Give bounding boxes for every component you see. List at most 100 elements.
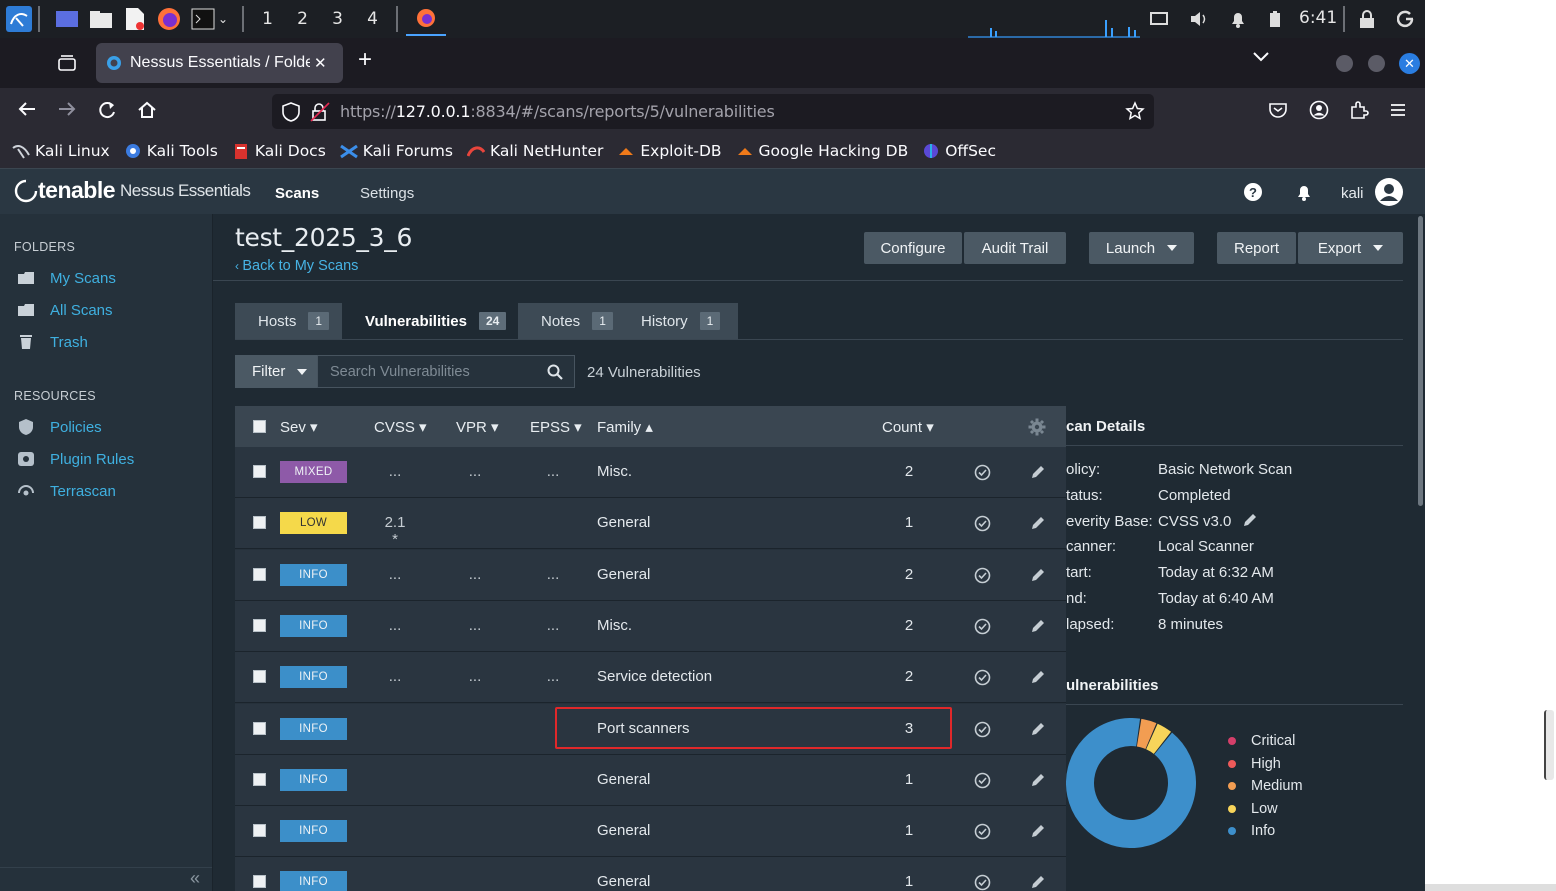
column-sev[interactable]: Sev ▾ <box>280 418 318 436</box>
search-vulnerabilities-input[interactable]: Search Vulnerabilities <box>317 355 575 388</box>
nav-scans[interactable]: Scans <box>275 185 319 202</box>
row-checkbox[interactable] <box>253 670 266 684</box>
column-epss[interactable]: EPSS ▾ <box>530 418 582 436</box>
sidebar-item-trash[interactable]: Trash <box>16 333 88 351</box>
family-value[interactable]: General <box>597 822 650 839</box>
check-circle-icon[interactable] <box>974 721 991 738</box>
table-row[interactable]: INFO......... Misc. 2 <box>235 600 1066 652</box>
workspace-3[interactable]: 3 <box>320 9 355 29</box>
row-checkbox[interactable] <box>253 567 266 581</box>
family-value[interactable]: General <box>597 514 650 531</box>
url-bar[interactable]: https://127.0.0.1:8834/#/scans/reports/5… <box>272 94 1154 129</box>
select-all-checkbox[interactable] <box>253 420 266 433</box>
export-button[interactable]: Export <box>1298 232 1403 264</box>
menu-icon[interactable] <box>1389 102 1407 123</box>
edit-pencil-icon[interactable] <box>1030 515 1046 531</box>
tab-hosts[interactable]: Hosts 1 <box>235 303 342 339</box>
gear-icon[interactable] <box>1028 418 1046 436</box>
sidebar-item-policies[interactable]: Policies <box>16 418 102 436</box>
volume-icon[interactable] <box>1189 0 1209 38</box>
forward-arrow-icon[interactable] <box>57 100 77 123</box>
page-scrollbar[interactable] <box>1418 216 1423 506</box>
help-icon[interactable]: ? <box>1244 183 1262 201</box>
check-circle-icon[interactable] <box>974 515 991 532</box>
check-circle-icon[interactable] <box>974 874 991 891</box>
edit-pencil-icon[interactable] <box>1030 618 1046 634</box>
lock-icon[interactable] <box>1359 0 1375 38</box>
table-row[interactable]: INFO......... General 2 <box>235 549 1066 601</box>
row-checkbox[interactable] <box>253 824 266 838</box>
url-text[interactable]: https://127.0.0.1:8834/#/scans/reports/5… <box>340 102 775 121</box>
edit-pencil-icon[interactable] <box>1030 772 1046 788</box>
tab-history[interactable]: History 1 <box>618 303 738 339</box>
text-editor-icon[interactable] <box>122 6 148 32</box>
audit-trail-button[interactable]: Audit Trail <box>964 232 1066 264</box>
edit-pencil-icon[interactable] <box>1030 823 1046 839</box>
firefox-icon[interactable] <box>156 6 182 32</box>
close-window-button[interactable]: ✕ <box>1399 53 1420 74</box>
check-circle-icon[interactable] <box>974 772 991 789</box>
column-family[interactable]: Family ▴ <box>597 418 653 436</box>
power-icon[interactable] <box>1397 0 1415 38</box>
firefox-window-icon[interactable] <box>406 2 447 36</box>
sidebar-item-all-scans[interactable]: All Scans <box>16 301 113 319</box>
row-checkbox[interactable] <box>253 516 266 530</box>
table-row[interactable]: INFO General 1 <box>235 754 1066 806</box>
launch-button[interactable]: Launch <box>1089 232 1194 264</box>
report-button[interactable]: Report <box>1217 232 1296 264</box>
maximize-window-button[interactable] <box>1368 55 1385 72</box>
edit-pencil-icon[interactable] <box>1030 669 1046 685</box>
battery-icon[interactable] <box>1268 0 1282 38</box>
new-tab-button[interactable]: + <box>358 46 372 74</box>
tenable-logo[interactable]: tenable Nessus Essentials <box>14 177 251 204</box>
notifications-icon[interactable] <box>1229 0 1247 38</box>
edit-pencil-icon[interactable] <box>1242 512 1258 528</box>
kali-menu-icon[interactable] <box>6 6 32 32</box>
display-icon[interactable] <box>1150 0 1168 38</box>
extensions-icon[interactable] <box>1349 100 1369 125</box>
user-avatar-icon[interactable] <box>1375 178 1403 211</box>
row-checkbox[interactable] <box>253 772 266 786</box>
files-icon[interactable] <box>88 6 114 32</box>
sidebar-item-my-scans[interactable]: My Scans <box>16 269 116 287</box>
column-cvss[interactable]: CVSS ▾ <box>374 418 427 436</box>
column-vpr[interactable]: VPR ▾ <box>456 418 499 436</box>
insecure-lock-icon[interactable] <box>310 102 330 127</box>
side-handle-icon[interactable] <box>1544 710 1554 780</box>
terminal-icon[interactable] <box>190 6 216 32</box>
configure-button[interactable]: Configure <box>864 232 962 264</box>
table-row[interactable]: MIXED......... Misc. 2 <box>235 447 1066 498</box>
column-count[interactable]: Count ▾ <box>882 418 934 436</box>
tab-overview-icon[interactable] <box>57 54 77 77</box>
sidebar-item-terrascan[interactable]: Terrascan <box>16 482 116 500</box>
bookmark-star-icon[interactable] <box>1125 101 1145 126</box>
nav-settings[interactable]: Settings <box>360 185 414 202</box>
bookmark-exploit-db[interactable]: Exploit-DB <box>617 142 722 160</box>
edit-pencil-icon[interactable] <box>1030 464 1046 480</box>
close-tab-icon[interactable]: ✕ <box>314 54 327 72</box>
bookmark-kali-linux[interactable]: Kali Linux <box>12 142 110 160</box>
family-value[interactable]: General <box>597 873 650 890</box>
bookmark-kali-nethunter[interactable]: Kali NetHunter <box>466 142 603 160</box>
user-name[interactable]: kali <box>1341 185 1364 202</box>
bookmark-kali-tools[interactable]: Kali Tools <box>124 142 218 160</box>
bookmark-kali-docs[interactable]: Kali Docs <box>232 142 326 160</box>
check-circle-icon[interactable] <box>974 669 991 686</box>
shield-icon[interactable] <box>282 102 300 127</box>
family-value[interactable]: Service detection <box>597 668 712 685</box>
check-circle-icon[interactable] <box>974 567 991 584</box>
back-to-my-scans-link[interactable]: ‹ Back to My Scans <box>235 258 358 274</box>
list-all-tabs-icon[interactable] <box>1252 50 1270 69</box>
check-circle-icon[interactable] <box>974 823 991 840</box>
row-checkbox[interactable] <box>253 721 266 735</box>
table-row[interactable]: LOW 2.1 * General 1 <box>235 498 1066 550</box>
bookmark-kali-forums[interactable]: Kali Forums <box>339 142 453 160</box>
reload-icon[interactable] <box>97 100 117 125</box>
workspace-1[interactable]: 1 <box>250 9 285 29</box>
tab-vulnerabilities[interactable]: Vulnerabilities 24 <box>342 303 518 339</box>
table-row[interactable]: INFO General 1 <box>235 857 1066 891</box>
family-value[interactable]: Misc. <box>597 617 632 634</box>
minimize-window-button[interactable] <box>1336 55 1353 72</box>
pocket-icon[interactable] <box>1268 101 1288 124</box>
table-row[interactable]: INFO......... Service detection 2 <box>235 652 1066 704</box>
